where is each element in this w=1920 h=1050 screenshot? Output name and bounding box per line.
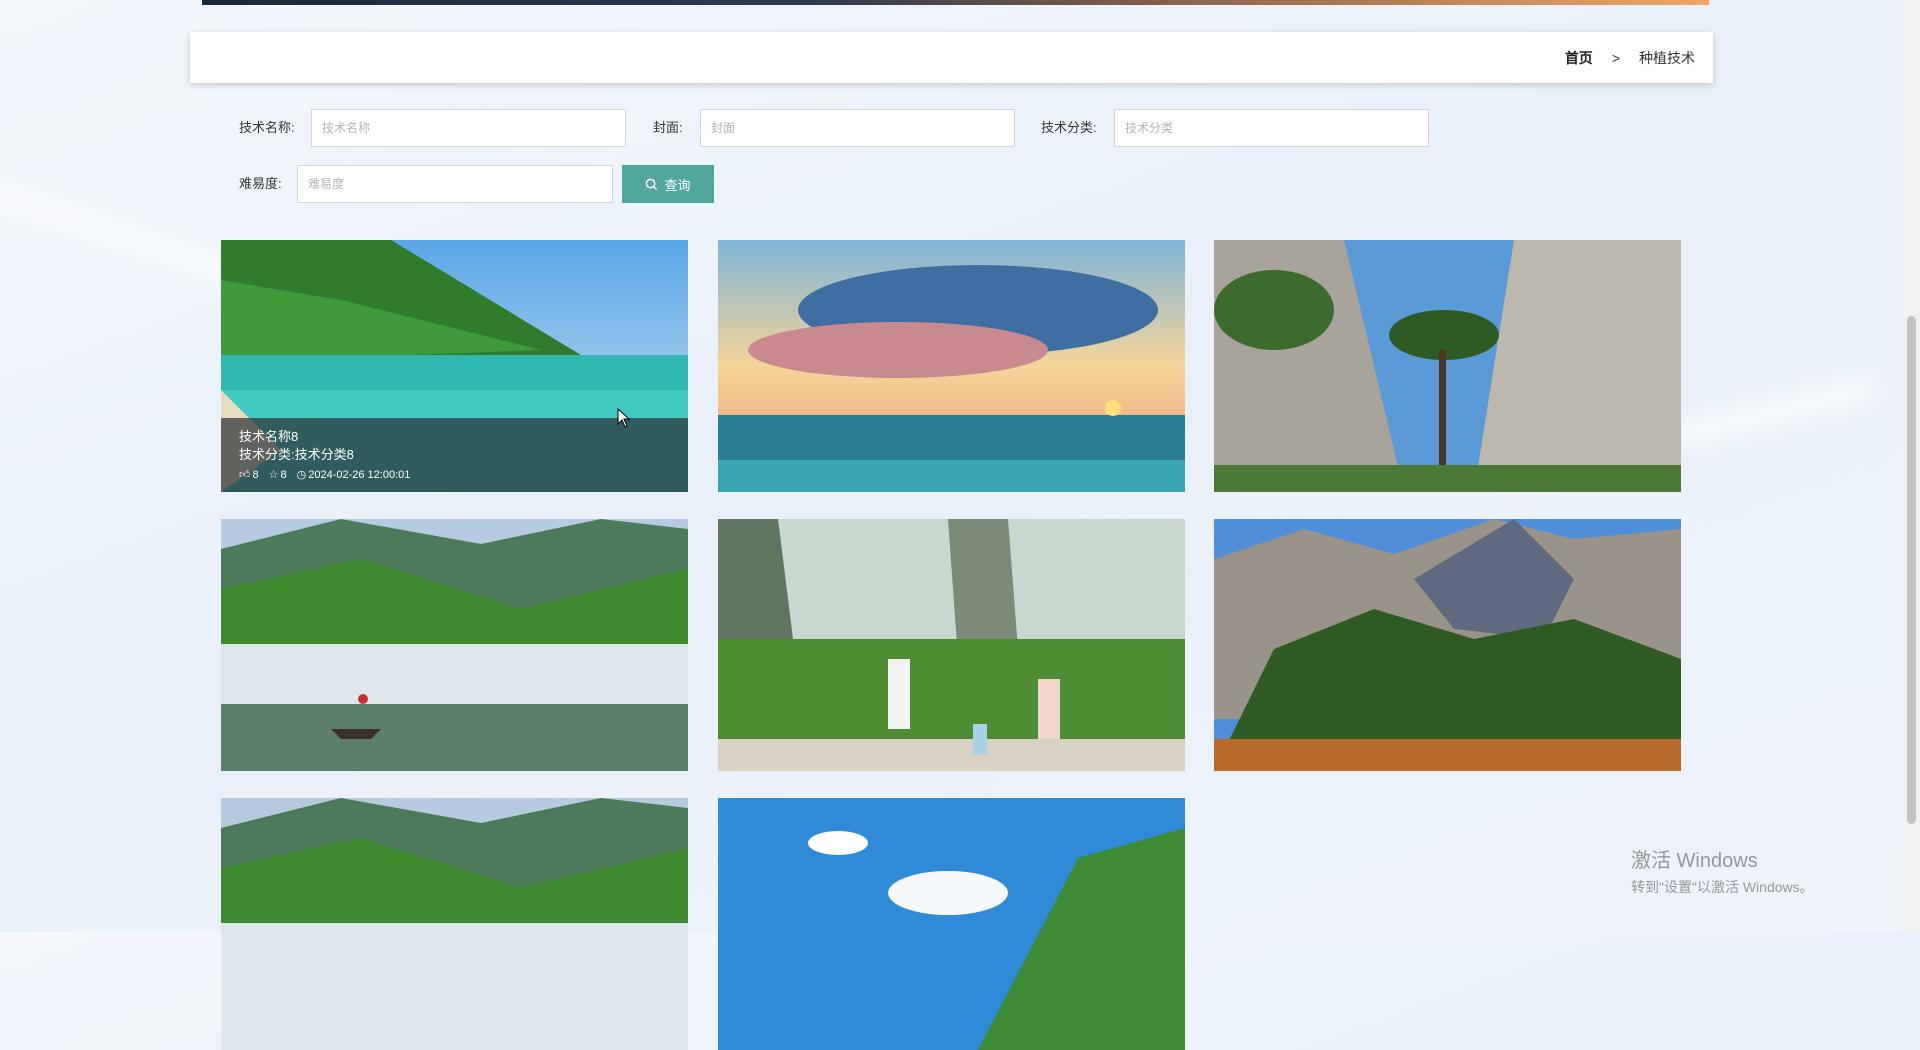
card-title: 技术名称8 xyxy=(239,429,299,444)
difficulty-input[interactable] xyxy=(297,165,613,203)
search-icon xyxy=(646,178,658,190)
card-cover-image xyxy=(718,519,1185,771)
tech-category-input[interactable] xyxy=(1114,109,1429,147)
card-cover-image xyxy=(1214,240,1681,492)
card-info-overlay: 技术名称8 技术分类:技术分类8 👍︎ 8 ☆ 8 ◷ 2024-02-26 12:0… xyxy=(221,418,688,492)
card-category: 技术分类:技术分类8 xyxy=(239,447,354,462)
vertical-scrollbar[interactable] xyxy=(1903,0,1920,932)
banner-bottom-edge xyxy=(202,0,1709,5)
breadcrumb-home-link[interactable]: 首页 xyxy=(1565,48,1593,68)
mouse-cursor-icon xyxy=(617,408,631,428)
card-cover-image xyxy=(221,519,688,771)
watermark-title: 激活 Windows xyxy=(1631,850,1758,872)
watermark-subtitle: 转到"设置"以激活 Windows。 xyxy=(1631,879,1814,895)
tech-card[interactable] xyxy=(221,798,688,1050)
breadcrumb-separator: > xyxy=(1611,49,1620,66)
tech-name-input[interactable] xyxy=(311,109,626,147)
query-button-label: 查询 xyxy=(664,177,691,193)
tech-name-label: 技术名称: xyxy=(239,120,295,135)
tech-card[interactable] xyxy=(1214,240,1681,492)
tech-category-label: 技术分类: xyxy=(1041,120,1097,135)
tech-card[interactable] xyxy=(1214,519,1681,771)
windows-activation-watermark: 激活 Windows 转到"设置"以激活 Windows。 xyxy=(1631,844,1814,897)
thumbs-up-icon: 👍︎ xyxy=(239,469,251,481)
card-cover-image xyxy=(718,798,1185,1050)
tech-card[interactable] xyxy=(221,519,688,771)
scrollbar-thumb[interactable] xyxy=(1907,316,1916,824)
breadcrumb-current: 种植技术 xyxy=(1639,49,1695,66)
tech-card[interactable] xyxy=(718,240,1185,492)
tech-card[interactable]: 技术名称8 技术分类:技术分类8 👍︎ 8 ☆ 8 ◷ 2024-02-26 12:0… xyxy=(221,240,688,492)
card-cover-image xyxy=(718,240,1185,492)
clock-icon: ◷ xyxy=(296,469,307,481)
star-icon: ☆ xyxy=(268,469,279,481)
publish-time: 2024-02-26 12:00:01 xyxy=(308,469,411,481)
tech-card[interactable] xyxy=(718,798,1185,1050)
card-cover-image xyxy=(1214,519,1681,771)
cover-input[interactable] xyxy=(700,109,1015,147)
difficulty-label: 难易度: xyxy=(239,176,282,191)
cover-label: 封面: xyxy=(653,120,683,135)
likes-count: 8 xyxy=(252,469,259,481)
card-cover-image xyxy=(221,798,688,1050)
tech-card[interactable] xyxy=(718,519,1185,771)
query-button[interactable]: 查询 xyxy=(622,165,714,203)
favorites-count: 8 xyxy=(280,469,287,481)
breadcrumb: 首页 > 种植技术 xyxy=(190,32,1713,83)
